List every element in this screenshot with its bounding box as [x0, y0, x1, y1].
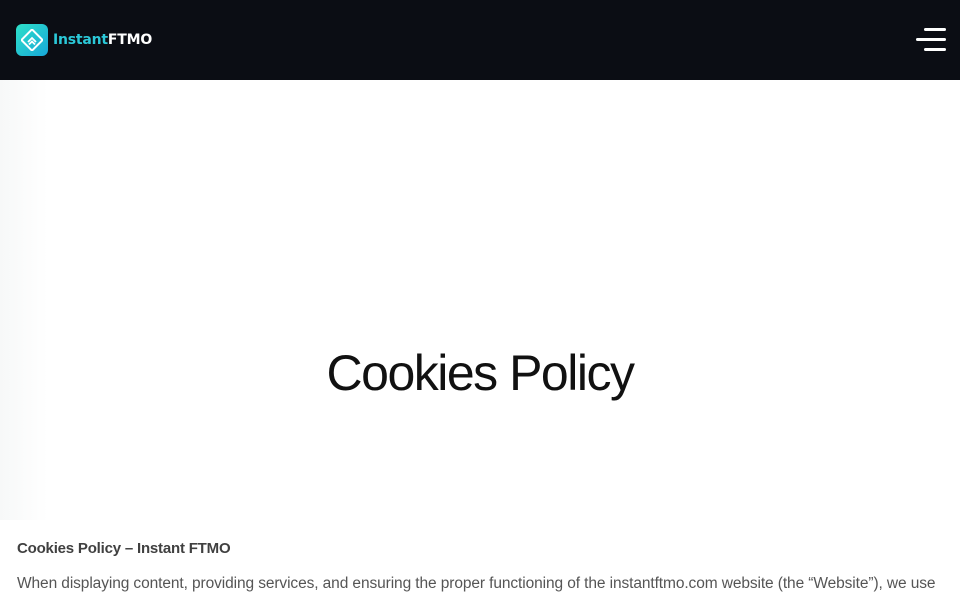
site-logo-link[interactable]: InstantFTMO [16, 24, 152, 56]
policy-heading: Cookies Policy – Instant FTMO [17, 540, 231, 557]
policy-content: Cookies Policy – Instant FTMO When displ… [17, 540, 947, 593]
hero-section: Cookies Policy [0, 80, 960, 520]
hamburger-menu-icon[interactable] [914, 28, 946, 52]
menu-line-top [924, 28, 946, 31]
policy-intro-paragraph: When displaying content, providing servi… [17, 575, 936, 592]
site-header: InstantFTMO [0, 0, 960, 80]
logo-text-instant: Instant [53, 32, 108, 48]
logo-text-ftmo: FTMO [107, 32, 153, 48]
logo-text: InstantFTMO [53, 33, 152, 47]
page-title: Cookies Policy [326, 345, 635, 401]
menu-line-bottom [924, 48, 946, 51]
logo-mark-icon [16, 24, 48, 56]
menu-line-middle [916, 38, 946, 41]
